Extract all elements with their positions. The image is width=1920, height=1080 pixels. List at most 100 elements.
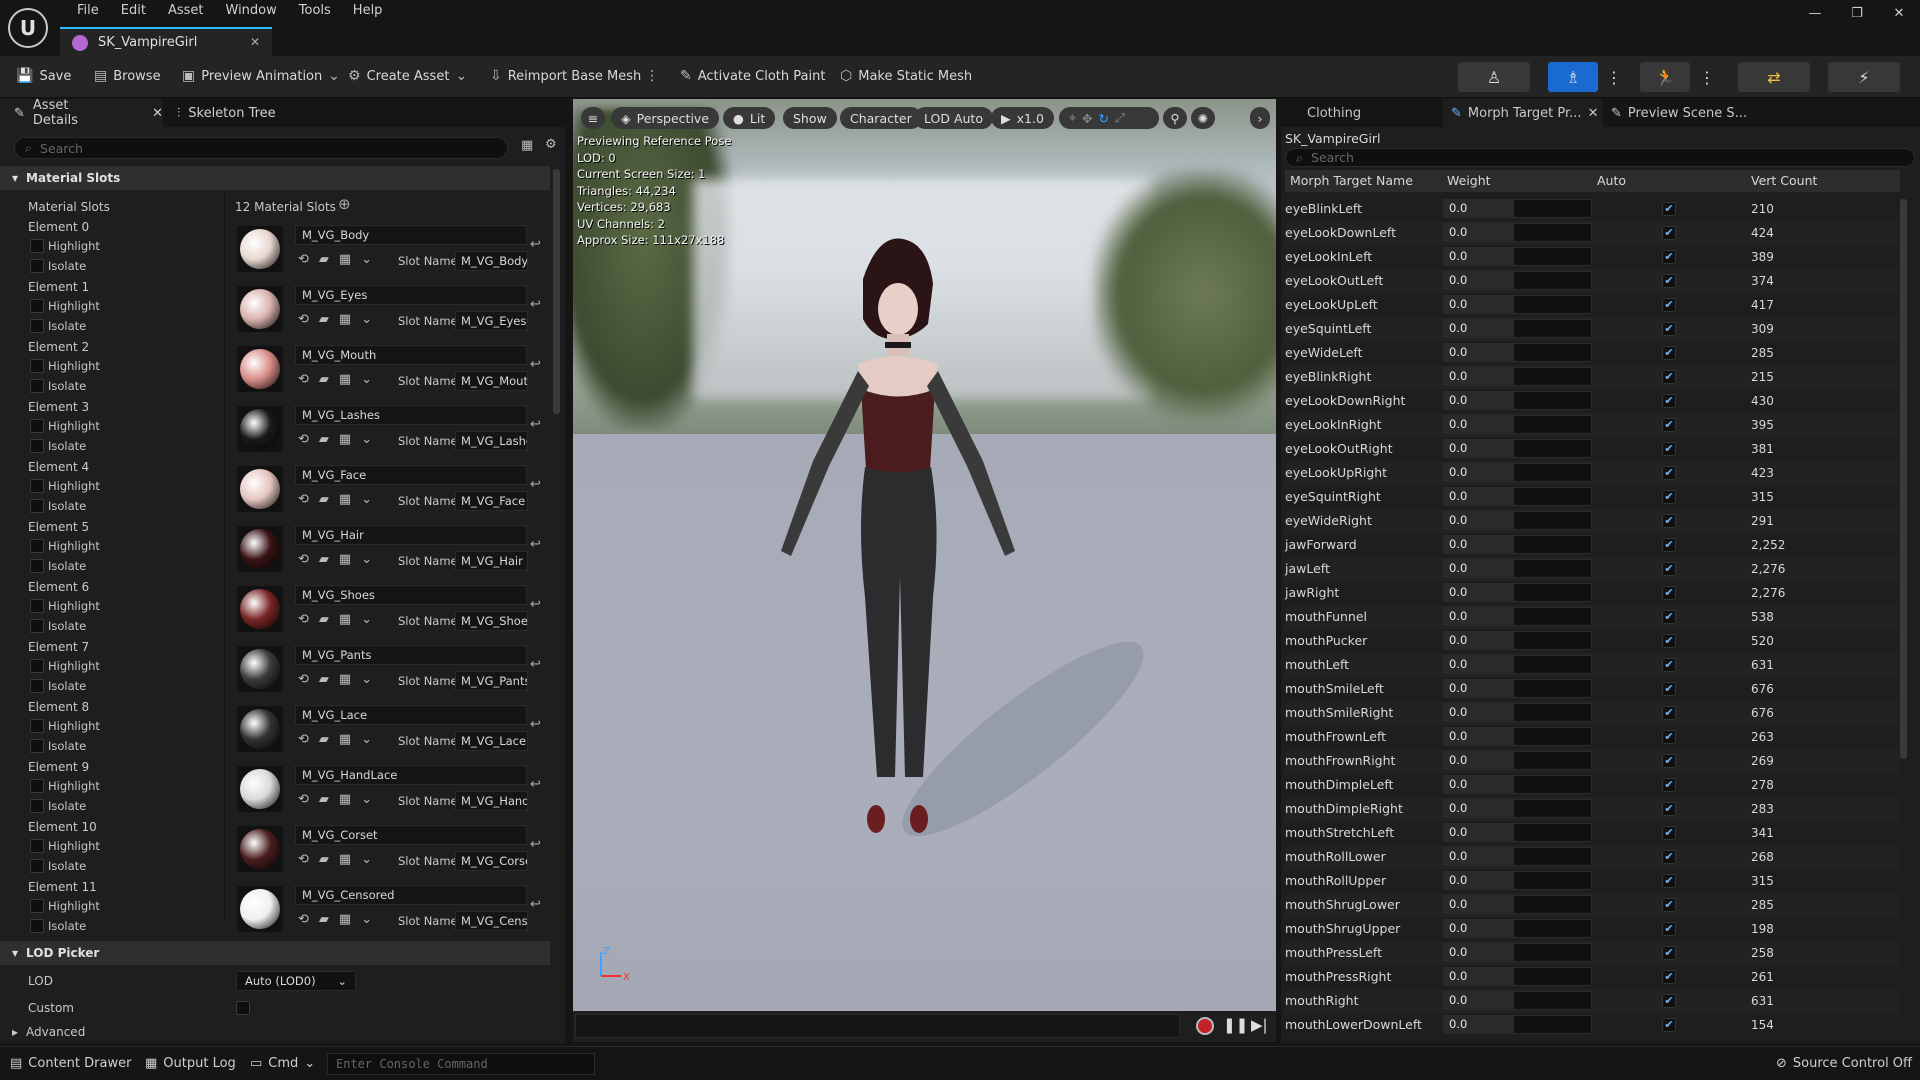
browse-asset-icon[interactable]: ▰ <box>319 252 329 267</box>
morph-target-row[interactable]: eyeBlinkRight 0.0 ✔ 215 <box>1285 365 1900 389</box>
show-button[interactable]: Show <box>783 107 837 129</box>
morph-target-row[interactable]: mouthDimpleRight 0.0 ✔ 283 <box>1285 797 1900 821</box>
material-options-icon[interactable]: ▦ <box>339 732 351 747</box>
snap-settings-button[interactable]: ✺ <box>1191 107 1215 129</box>
reset-icon[interactable]: ↩ <box>530 297 541 312</box>
highlight-checkbox[interactable] <box>30 299 44 313</box>
morph-target-row[interactable]: mouthFrownLeft 0.0 ✔ 263 <box>1285 725 1900 749</box>
auto-checkbox[interactable]: ✔ <box>1662 922 1676 936</box>
step-forward-button[interactable]: ▶| <box>1251 1016 1268 1034</box>
mesh-mode-options[interactable]: ⋮ <box>1604 62 1624 92</box>
tab-clothing[interactable]: Clothing <box>1307 99 1361 127</box>
mesh-mode-button[interactable]: ♗ <box>1548 62 1598 92</box>
highlight-checkbox[interactable] <box>30 419 44 433</box>
morph-target-row[interactable]: mouthShrugUpper 0.0 ✔ 198 <box>1285 917 1900 941</box>
auto-checkbox[interactable]: ✔ <box>1662 778 1676 792</box>
auto-checkbox[interactable]: ✔ <box>1662 946 1676 960</box>
isolate-checkbox[interactable] <box>30 739 44 753</box>
details-search-input[interactable]: ⌕ Search <box>14 137 508 159</box>
slot-name-field[interactable]: M_VG_Lashes <box>455 431 528 451</box>
browse-asset-icon[interactable]: ▰ <box>319 792 329 807</box>
highlight-checkbox[interactable] <box>30 479 44 493</box>
material-thumbnail[interactable] <box>237 766 283 812</box>
table-view-icon[interactable]: ▦ <box>521 138 533 153</box>
chevron-down-icon[interactable]: ⌄ <box>361 432 372 447</box>
isolate-checkbox[interactable] <box>30 259 44 273</box>
morph-target-row[interactable]: jawForward 0.0 ✔ 2,252 <box>1285 533 1900 557</box>
expand-toolbar-button[interactable]: › <box>1250 107 1270 129</box>
browse-button[interactable]: ▤ Browse <box>94 68 161 84</box>
material-options-icon[interactable]: ▦ <box>339 792 351 807</box>
slot-name-field[interactable]: M_VG_Eyes <box>455 311 528 331</box>
material-name-field[interactable]: M_VG_Hair <box>295 525 527 545</box>
left-scrollbar[interactable] <box>553 169 560 414</box>
create-asset-button[interactable]: ⚙ Create Asset ⌄ <box>348 68 467 84</box>
material-thumbnail[interactable] <box>237 886 283 932</box>
skeleton-mode-button[interactable]: ♙ <box>1458 62 1530 92</box>
slot-name-field[interactable]: M_VG_Shoes <box>455 611 528 631</box>
auto-checkbox[interactable]: ✔ <box>1662 250 1676 264</box>
reset-icon[interactable]: ↩ <box>530 417 541 432</box>
material-options-icon[interactable]: ▦ <box>339 492 351 507</box>
highlight-checkbox[interactable] <box>30 839 44 853</box>
auto-checkbox[interactable]: ✔ <box>1662 802 1676 816</box>
auto-checkbox[interactable]: ✔ <box>1662 274 1676 288</box>
auto-checkbox[interactable]: ✔ <box>1662 850 1676 864</box>
morph-target-row[interactable]: mouthRight 0.0 ✔ 631 <box>1285 989 1900 1013</box>
auto-checkbox[interactable]: ✔ <box>1662 826 1676 840</box>
isolate-checkbox[interactable] <box>30 439 44 453</box>
chevron-down-icon[interactable]: ⌄ <box>361 492 372 507</box>
morph-target-row[interactable]: eyeLookDownRight 0.0 ✔ 430 <box>1285 389 1900 413</box>
auto-checkbox[interactable]: ✔ <box>1662 634 1676 648</box>
slot-name-field[interactable]: M_VG_Pants <box>455 671 528 691</box>
auto-checkbox[interactable]: ✔ <box>1662 682 1676 696</box>
auto-checkbox[interactable]: ✔ <box>1662 322 1676 336</box>
morph-target-row[interactable]: mouthSmileRight 0.0 ✔ 676 <box>1285 701 1900 725</box>
morph-target-row[interactable]: mouthSmileLeft 0.0 ✔ 676 <box>1285 677 1900 701</box>
cmd-dropdown[interactable]: ▭ Cmd ⌄ <box>250 1056 315 1071</box>
advanced-section[interactable]: ▸ Advanced <box>0 1021 550 1043</box>
unreal-logo-icon[interactable]: U <box>8 8 48 48</box>
tab-preview-scene[interactable]: ✎ Preview Scene S... <box>1611 99 1747 127</box>
chevron-down-icon[interactable]: ⌄ <box>361 792 372 807</box>
blueprint-mode-button[interactable]: ⇄ <box>1738 62 1810 92</box>
isolate-checkbox[interactable] <box>30 919 44 933</box>
material-options-icon[interactable]: ▦ <box>339 372 351 387</box>
browse-asset-icon[interactable]: ▰ <box>319 912 329 927</box>
isolate-checkbox[interactable] <box>30 859 44 873</box>
auto-checkbox[interactable]: ✔ <box>1662 586 1676 600</box>
material-options-icon[interactable]: ▦ <box>339 852 351 867</box>
material-options-icon[interactable]: ▦ <box>339 672 351 687</box>
auto-checkbox[interactable]: ✔ <box>1662 442 1676 456</box>
material-thumbnail[interactable] <box>237 466 283 512</box>
close-tab-icon[interactable]: ✕ <box>250 35 260 49</box>
auto-checkbox[interactable]: ✔ <box>1662 538 1676 552</box>
scale-icon[interactable]: ⤢ <box>1115 110 1125 126</box>
section-lod-picker[interactable]: ▾ LOD Picker <box>0 941 550 965</box>
isolate-checkbox[interactable] <box>30 499 44 513</box>
slot-name-field[interactable]: M_VG_HandLace <box>455 791 528 811</box>
material-name-field[interactable]: M_VG_Corset <box>295 825 527 845</box>
morph-target-row[interactable]: mouthFrownRight 0.0 ✔ 269 <box>1285 749 1900 773</box>
material-thumbnail[interactable] <box>237 406 283 452</box>
browse-asset-icon[interactable]: ▰ <box>319 612 329 627</box>
lod-dropdown[interactable]: Auto (LOD0) ⌄ <box>236 971 356 991</box>
tab-morph-target-preview[interactable]: ✎ Morph Target Pr... ✕ <box>1443 99 1603 127</box>
browse-asset-icon[interactable]: ▰ <box>319 852 329 867</box>
cloth-paint-button[interactable]: ✎ Activate Cloth Paint <box>680 68 825 84</box>
reset-icon[interactable]: ↩ <box>530 777 541 792</box>
tab-asset-details[interactable]: ✎ Asset Details ✕ <box>0 98 163 128</box>
content-drawer-button[interactable]: ▤ Content Drawer <box>10 1056 131 1071</box>
perspective-button[interactable]: ◈ Perspective <box>611 107 720 129</box>
viewport-menu-button[interactable]: ≡ <box>581 107 605 129</box>
preview-viewport[interactable]: ≡ ◈ Perspective ● Lit Show Character LOD A… <box>573 99 1276 1042</box>
section-material-slots[interactable]: ▾ Material Slots <box>0 166 550 190</box>
slot-name-field[interactable]: M_VG_Body <box>455 251 528 271</box>
material-thumbnail[interactable] <box>237 826 283 872</box>
move-icon[interactable]: ✥ <box>1082 111 1092 126</box>
auto-checkbox[interactable]: ✔ <box>1662 226 1676 240</box>
transform-tools[interactable]: ⌖ ✥ ↻ ⤢ <box>1059 107 1159 129</box>
auto-checkbox[interactable]: ✔ <box>1662 514 1676 528</box>
auto-checkbox[interactable]: ✔ <box>1662 994 1676 1008</box>
highlight-checkbox[interactable] <box>30 899 44 913</box>
